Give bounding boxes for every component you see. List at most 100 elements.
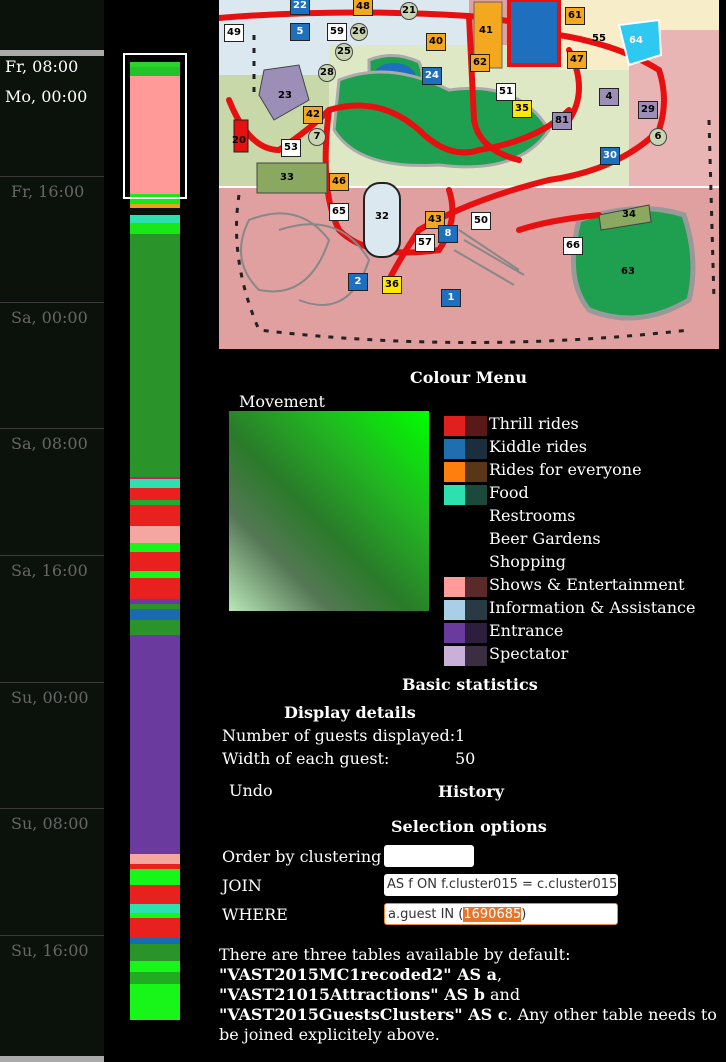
legend-swatch[interactable]: [444, 439, 466, 459]
attraction-marker[interactable]: 49: [224, 24, 244, 42]
stripe-segment[interactable]: [130, 620, 180, 635]
attraction-marker[interactable]: 59: [327, 23, 347, 41]
stripe-segment[interactable]: [130, 960, 180, 973]
stripe-segment[interactable]: [130, 352, 180, 436]
tables-help-text: There are three tables available by defa…: [219, 945, 719, 1045]
attraction-marker[interactable]: 66: [563, 237, 583, 255]
stripe-segment[interactable]: [130, 936, 180, 945]
attraction-marker[interactable]: 4: [599, 88, 619, 106]
attraction-marker[interactable]: 34: [620, 207, 638, 223]
attraction-marker[interactable]: 36: [382, 276, 402, 294]
park-map[interactable]: 22 48 21 61 55 49 5 59 26 40 41 64 25 28 24 62 47 23 42 51 3…: [216, 0, 719, 349]
legend-swatch[interactable]: [444, 600, 466, 620]
attraction-marker[interactable]: 8: [438, 225, 458, 243]
stripe-segment[interactable]: [130, 552, 180, 571]
stripe-segment[interactable]: [130, 578, 180, 600]
legend-swatch[interactable]: [444, 416, 466, 436]
attraction-marker[interactable]: 26: [350, 23, 368, 41]
attraction-marker[interactable]: 42: [303, 106, 323, 124]
attraction-marker[interactable]: 28: [318, 64, 336, 82]
stripe-segment[interactable]: [130, 488, 180, 501]
stripe-segment[interactable]: [130, 868, 180, 886]
timeline-tick: Sa, 16:00: [0, 555, 104, 580]
attraction-marker[interactable]: 51: [496, 83, 516, 101]
attraction-marker[interactable]: 20: [230, 133, 248, 149]
table-a-name: "VAST2015MC1recoded2" AS a: [219, 965, 498, 984]
attraction-marker[interactable]: 35: [512, 100, 532, 118]
legend-swatch[interactable]: [444, 577, 466, 597]
attraction-marker[interactable]: 22: [290, 0, 310, 15]
attraction-marker[interactable]: 63: [619, 264, 637, 280]
undo-button[interactable]: Undo: [229, 781, 273, 800]
attraction-marker[interactable]: 65: [329, 203, 349, 221]
attraction-marker[interactable]: 21: [400, 2, 418, 20]
timeline-end-label: Mo, 00:00: [5, 87, 88, 106]
stripe-segment[interactable]: [130, 776, 180, 855]
time-selection-brush[interactable]: [123, 53, 187, 199]
legend-swatch[interactable]: [444, 646, 466, 666]
attraction-marker[interactable]: 24: [422, 67, 442, 85]
stripe-segment[interactable]: [130, 885, 180, 904]
legend-swatch-dark[interactable]: [465, 462, 487, 482]
attraction-marker[interactable]: 23: [276, 88, 294, 104]
stripe-segment[interactable]: [130, 478, 180, 489]
stripe-segment[interactable]: [130, 918, 180, 937]
stripe-segment[interactable]: [130, 504, 180, 527]
attraction-marker[interactable]: 55: [590, 31, 608, 47]
stripe-segment[interactable]: [130, 570, 180, 578]
legend-swatch[interactable]: [444, 485, 466, 505]
stripe-segment[interactable]: [130, 944, 180, 961]
stripe-segment[interactable]: [130, 854, 180, 864]
legend-swatch-dark[interactable]: [465, 600, 487, 620]
attraction-marker[interactable]: 61: [565, 7, 585, 25]
legend-swatch-dark[interactable]: [465, 623, 487, 643]
attraction-marker[interactable]: 53: [281, 139, 301, 157]
legend-swatch[interactable]: [444, 623, 466, 643]
stripe-segment[interactable]: [130, 972, 180, 985]
stripe-segment[interactable]: [130, 634, 180, 706]
legend-swatch-dark[interactable]: [465, 416, 487, 436]
legend-swatch-dark[interactable]: [465, 439, 487, 459]
stripe-segment[interactable]: [130, 234, 180, 353]
stripe-segment[interactable]: [130, 435, 180, 477]
attraction-marker[interactable]: 41: [477, 23, 495, 39]
attraction-marker[interactable]: 7: [308, 128, 326, 146]
attraction-marker[interactable]: 50: [471, 212, 491, 230]
attraction-marker[interactable]: 46: [329, 173, 349, 191]
stripe-segment[interactable]: [130, 208, 180, 216]
stripe-segment[interactable]: [130, 542, 180, 553]
attraction-marker[interactable]: 1: [441, 289, 461, 307]
attraction-marker[interactable]: 2: [348, 273, 368, 291]
stripe-segment[interactable]: [130, 608, 180, 621]
attraction-marker[interactable]: 32: [373, 209, 391, 225]
attraction-marker[interactable]: 6: [649, 128, 667, 146]
attraction-marker[interactable]: 40: [426, 33, 446, 51]
attraction-marker[interactable]: 30: [600, 147, 620, 165]
guest-activity-stripe[interactable]: [130, 62, 180, 1020]
attraction-marker[interactable]: 5: [290, 23, 310, 41]
attraction-marker[interactable]: 25: [335, 43, 353, 61]
legend-swatch[interactable]: [444, 462, 466, 482]
attraction-marker[interactable]: 47: [567, 51, 587, 69]
join-input[interactable]: AS f ON f.cluster015 = c.cluster015: [384, 874, 618, 896]
stripe-segment[interactable]: [130, 705, 180, 777]
legend-swatch-dark[interactable]: [465, 577, 487, 597]
legend-swatch-dark[interactable]: [465, 485, 487, 505]
order-by-clustering-input[interactable]: [384, 845, 474, 867]
stripe-segment[interactable]: [130, 222, 180, 235]
where-input[interactable]: a.guest IN (1690685): [384, 903, 618, 925]
attraction-marker[interactable]: 29: [638, 101, 658, 119]
attraction-marker[interactable]: 81: [552, 112, 572, 130]
attraction-marker[interactable]: 62: [470, 54, 490, 72]
stripe-segment[interactable]: [130, 526, 180, 543]
attraction-marker[interactable]: 57: [415, 234, 435, 252]
attraction-marker[interactable]: 64: [627, 33, 645, 49]
stripe-segment[interactable]: [130, 984, 180, 1020]
legend-swatch-dark[interactable]: [465, 646, 487, 666]
stripe-segment[interactable]: [130, 903, 180, 914]
movement-colour-gradient[interactable]: [229, 411, 429, 611]
history-button[interactable]: History: [438, 782, 504, 801]
attraction-marker[interactable]: 33: [278, 170, 296, 186]
stripe-segment[interactable]: [130, 215, 180, 223]
attraction-marker[interactable]: 48: [353, 0, 373, 16]
